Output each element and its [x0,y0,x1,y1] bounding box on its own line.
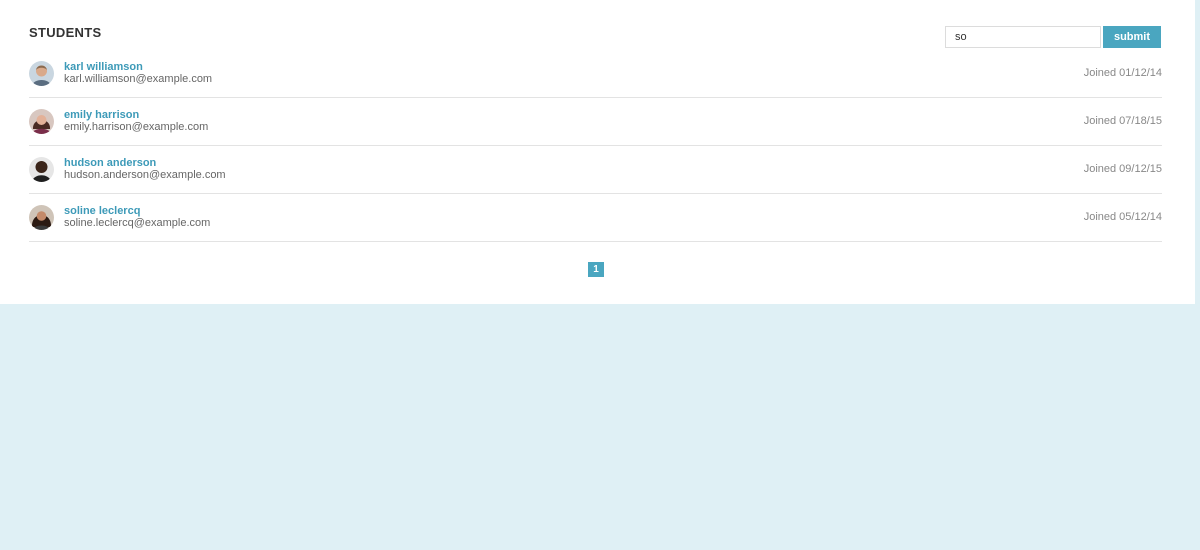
list-item: hudson anderson hudson.anderson@example.… [29,146,1162,194]
student-email: soline.leclercq@example.com [64,217,211,229]
pagination-page-1[interactable]: 1 [588,262,604,277]
list-item: karl williamson karl.williamson@example.… [29,50,1162,98]
joined-date: Joined 05/12/14 [1083,211,1162,223]
student-name-link[interactable]: hudson anderson [64,157,156,169]
student-name-link[interactable]: emily harrison [64,109,139,121]
joined-date: Joined 09/12/15 [1083,163,1162,175]
student-email: hudson.anderson@example.com [64,169,226,181]
students-panel: STUDENTS submit karl williamson karl.wil… [0,0,1195,304]
joined-date: Joined 07/18/15 [1083,115,1162,127]
search-form: submit [945,26,1161,48]
list-item: emily harrison emily.harrison@example.co… [29,98,1162,146]
avatar[interactable] [29,61,54,86]
student-list: karl williamson karl.williamson@example.… [29,50,1162,242]
list-item: soline leclercq soline.leclercq@example.… [29,194,1162,242]
joined-date: Joined 01/12/14 [1083,67,1162,79]
avatar[interactable] [29,205,54,230]
avatar[interactable] [29,109,54,134]
page-title: STUDENTS [29,25,102,40]
student-email: emily.harrison@example.com [64,121,209,133]
search-input[interactable] [945,26,1101,48]
submit-button[interactable]: submit [1103,26,1161,48]
student-email: karl.williamson@example.com [64,73,213,85]
student-name-link[interactable]: karl williamson [64,61,143,73]
student-name-link[interactable]: soline leclercq [64,205,140,217]
avatar[interactable] [29,157,54,182]
